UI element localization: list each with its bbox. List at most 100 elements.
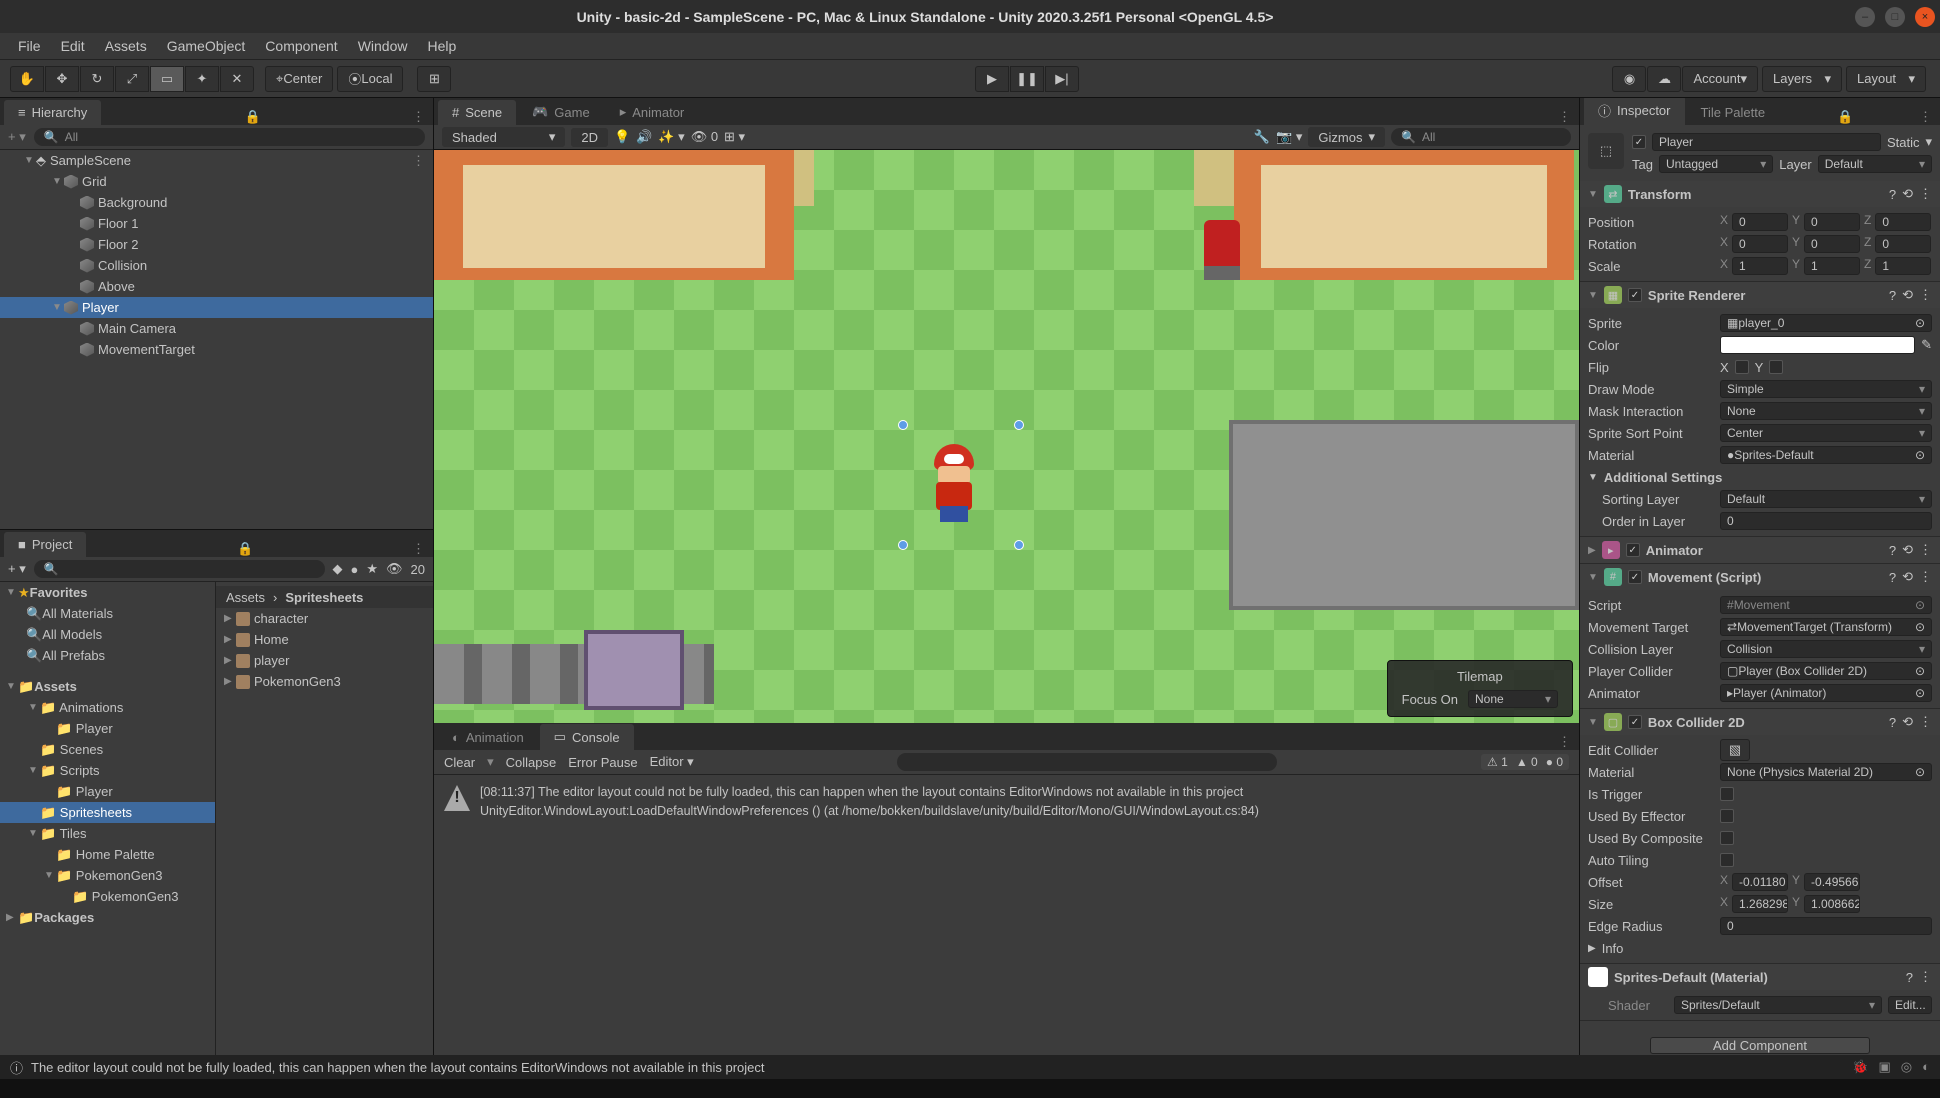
breadcrumb-folder[interactable]: Spritesheets [285,590,363,605]
used-effector[interactable] [1720,809,1734,823]
hierarchy-tab[interactable]: ≡ Hierarchy [4,100,101,125]
favorites-header[interactable]: ▼★ Favorites [0,582,215,603]
console-search[interactable] [897,753,1277,771]
rot-x[interactable]: 0 [1732,235,1788,253]
scl-x[interactable]: 1 [1732,257,1788,275]
grid-icon[interactable]: ⊞ ▾ [724,129,745,145]
move-tool[interactable]: ✥ [45,66,79,92]
used-composite[interactable] [1720,831,1734,845]
project-lock-icon[interactable]: 🔒 [237,541,253,557]
player-collider-field[interactable]: ▢ Player (Box Collider 2D)⊙ [1720,662,1932,680]
transform-tool[interactable]: ✦ [185,66,219,92]
packages-root[interactable]: ▶📁 Packages [0,907,215,928]
status-bug-icon[interactable]: 🐞 [1852,1059,1868,1075]
project-folder[interactable]: 📁 Home Palette [0,844,215,865]
rotate-tool[interactable]: ↻ [80,66,114,92]
hierarchy-node[interactable]: Main Camera [0,318,433,339]
gameobject-name-field[interactable]: Player [1652,133,1881,151]
hierarchy-create-icon[interactable]: + ▾ [8,129,26,145]
foldout-icon[interactable]: ▼ [24,155,36,166]
window-maximize[interactable]: □ [1885,7,1905,27]
hierarchy-node[interactable]: Background [0,192,433,213]
filter-type-icon[interactable]: ● [351,562,359,577]
edit-collider-button[interactable]: ▧ [1720,739,1750,761]
pause-button[interactable]: ❚❚ [1010,66,1044,92]
mask-dropdown[interactable]: None [1720,402,1932,420]
hidden-toggle[interactable]: 👁 [386,561,403,577]
hierarchy-search[interactable]: 🔍 All [34,128,425,146]
flip-y[interactable] [1769,360,1783,374]
rect-tool[interactable]: ▭ [150,66,184,92]
layers-dropdown[interactable]: Layers ▾ [1762,66,1842,92]
console-clear[interactable]: Clear [444,755,475,770]
project-create-icon[interactable]: + ▾ [8,561,26,577]
material-header[interactable]: Sprites-Default (Material) ?⋮ [1580,964,1940,990]
account-dropdown[interactable]: Account ▾ [1682,66,1758,92]
hierarchy-node[interactable]: Floor 1 [0,213,433,234]
pos-y[interactable]: 0 [1804,213,1860,231]
transform-header[interactable]: ▼⇄ Transform ?⟲⋮ [1580,181,1940,207]
tilepalette-tab[interactable]: Tile Palette [1687,100,1780,125]
assets-root[interactable]: ▼📁 Assets [0,676,215,697]
auto-tiling[interactable] [1720,853,1734,867]
project-folder[interactable]: 📁 Player [0,718,215,739]
fx-icon[interactable]: ✨ ▾ [658,129,684,145]
shader-dropdown[interactable]: Sprites/Default [1674,996,1882,1014]
order-field[interactable]: 0 [1720,512,1932,530]
status-activity-icon[interactable]: ▣ [1879,1059,1891,1075]
project-folder[interactable]: ▼📁 Scripts [0,760,215,781]
menu-edit[interactable]: Edit [51,34,95,58]
scene-search[interactable]: 🔍 All [1391,128,1571,146]
collab-icon[interactable]: ◉ [1612,66,1646,92]
project-asset[interactable]: ▶character [216,608,433,629]
hierarchy-node[interactable]: ▼Grid [0,171,433,192]
audio-icon[interactable]: 🔊 [636,129,652,145]
project-folder[interactable]: 📁 Scenes [0,739,215,760]
inspector-tab[interactable]: ⓘ Inspector [1584,98,1685,125]
error-count[interactable]: ● 0 [1546,755,1563,769]
player-sprite[interactable] [926,444,982,524]
breadcrumb-assets[interactable]: Assets [226,590,265,605]
fav-prefabs[interactable]: 🔍 All Prefabs [0,645,215,666]
filter-label-icon[interactable]: ◆ [333,561,343,577]
pivot-center[interactable]: ⌖ Center [265,66,333,92]
flip-x[interactable] [1735,360,1749,374]
cloud-icon[interactable]: ☁ [1647,66,1681,92]
snap-toggle[interactable]: ⊞ [417,66,451,92]
animator-tab[interactable]: ▸ Animator [606,99,699,125]
size-x[interactable]: 1.268298 [1732,895,1788,913]
status-cache-icon[interactable]: ◎ [1901,1059,1912,1075]
fav-materials[interactable]: 🔍 All Materials [0,603,215,624]
hierarchy-node[interactable]: Collision [0,255,433,276]
project-folder[interactable]: ▼📁 Animations [0,697,215,718]
console-collapse[interactable]: Collapse [506,755,557,770]
menu-file[interactable]: File [8,34,51,58]
draw-mode-dropdown[interactable]: Shaded ▾ [442,127,565,147]
boxcollider-header[interactable]: ▼▢✓ Box Collider 2D ?⟲⋮ [1580,709,1940,735]
offset-x[interactable]: -0.01180 [1732,873,1788,891]
menu-component[interactable]: Component [255,34,347,58]
offset-y[interactable]: -0.49566 [1804,873,1860,891]
eyedropper-icon[interactable]: ✎ [1921,337,1932,353]
2d-toggle[interactable]: 2D [571,128,608,147]
scene-viewport[interactable]: Tilemap Focus On None [434,150,1579,723]
camera-icon[interactable]: 📷 ▾ [1276,129,1302,145]
rot-y[interactable]: 0 [1804,235,1860,253]
scene-menu-icon[interactable]: ⋮ [1558,109,1571,125]
movement-target-field[interactable]: ⇄ MovementTarget (Transform)⊙ [1720,618,1932,636]
physmat-field[interactable]: None (Physics Material 2D)⊙ [1720,763,1932,781]
inspector-lock-icon[interactable]: 🔒 [1837,109,1853,125]
project-folder[interactable]: ▼📁 Tiles [0,823,215,844]
hierarchy-node[interactable]: ▼Player [0,297,433,318]
project-folder[interactable]: 📁 Player [0,781,215,802]
project-tab[interactable]: ■ Project [4,532,86,557]
hierarchy-kebab-icon[interactable]: ⋮ [412,153,425,169]
scene-tab[interactable]: # Scene [438,100,516,125]
game-tab[interactable]: 🎮 Game [518,99,604,125]
console-message[interactable]: ! [08:11:37] The editor layout could not… [434,775,1579,829]
project-folder[interactable]: 📁 Spritesheets [0,802,215,823]
hierarchy-node[interactable]: Above [0,276,433,297]
menu-help[interactable]: Help [417,34,466,58]
console-error-pause[interactable]: Error Pause [568,755,637,770]
is-trigger[interactable] [1720,787,1734,801]
